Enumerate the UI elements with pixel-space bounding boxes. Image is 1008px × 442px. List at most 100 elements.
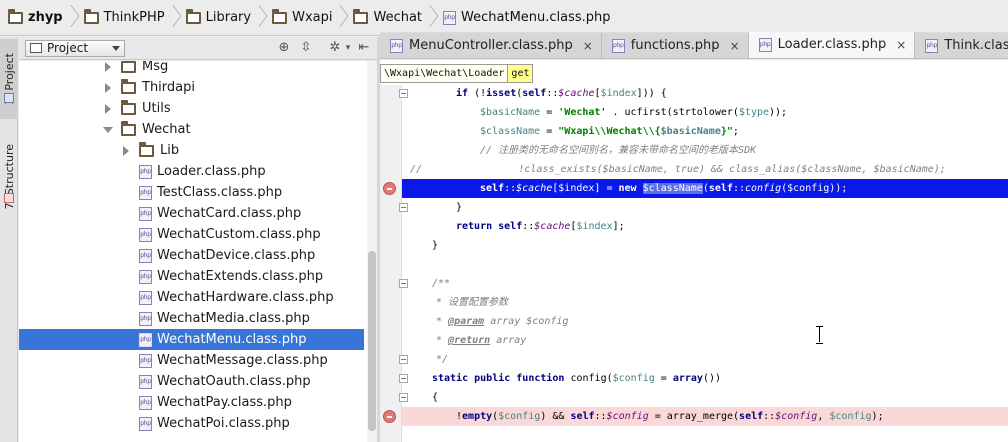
tree-file-item[interactable]: php WechatOauth.class.php xyxy=(19,371,364,392)
tree-item-label: WechatDevice.class.php xyxy=(157,248,316,263)
structure-tool-tab[interactable]: 7: Structure xyxy=(0,127,18,227)
tree-file-item[interactable]: php WechatDevice.class.php xyxy=(19,245,364,266)
tree-file-item[interactable]: php WechatMessage.class.php xyxy=(19,350,364,371)
tree-file-item[interactable]: php WechatMedia.class.php xyxy=(19,308,364,329)
tree-file-item[interactable]: php TestClass.class.php xyxy=(19,182,364,203)
code-line: // !class_exists($basicName, true) && cl… xyxy=(410,164,946,175)
folder-icon xyxy=(272,8,288,24)
breadcrumb-item[interactable]: php WechatMenu.class.php xyxy=(437,0,615,36)
tree-item-label: Lib xyxy=(160,143,180,158)
project-panel-header: Project ⊕ ⇳ ✲ ▾ ⇤ xyxy=(19,37,377,60)
text-cursor-icon xyxy=(816,326,824,344)
editor-tab[interactable]: php functions.php × xyxy=(601,33,749,58)
breadcrumb-label: WechatMenu.class.php xyxy=(461,10,611,25)
breakpoint-icon[interactable] xyxy=(383,410,396,423)
close-icon[interactable]: × xyxy=(583,39,593,53)
php-file-icon: php xyxy=(139,353,152,368)
php-file-icon: php xyxy=(758,37,772,52)
tree-file-item[interactable]: php WechatPay.class.php xyxy=(19,392,364,413)
fold-marker-icon[interactable] xyxy=(399,203,408,212)
chevron-right-icon[interactable] xyxy=(103,61,113,72)
breadcrumb-item[interactable]: Wechat xyxy=(347,0,437,36)
collapse-all-icon[interactable]: ⇳ xyxy=(299,41,313,55)
chevron-down-icon[interactable] xyxy=(103,125,113,135)
breadcrumb-separator xyxy=(67,3,74,33)
php-file-icon: php xyxy=(139,311,152,326)
fold-marker-icon[interactable] xyxy=(399,279,408,288)
editor-tab-label: MenuController.class.php xyxy=(409,38,573,53)
breadcrumb-item[interactable]: zhyp xyxy=(2,0,78,36)
tree-item-label: WechatMessage.class.php xyxy=(157,353,328,368)
tree-file-item[interactable]: php WechatPoi.class.php xyxy=(19,413,364,434)
tree-file-item[interactable]: php WechatCustom.class.php xyxy=(19,224,364,245)
code-editor[interactable]: \Wxapi\Wechat\Loader get if (!isset(self… xyxy=(380,60,1008,442)
function-chip[interactable]: get xyxy=(507,64,534,83)
hide-panel-icon[interactable]: ⇤ xyxy=(357,41,371,55)
tree-folder-item[interactable]: Thirdapi xyxy=(19,77,364,98)
tree-item-label: WechatOauth.class.php xyxy=(157,374,311,389)
chevron-down-icon xyxy=(112,45,120,51)
breadcrumb-label: Library xyxy=(205,10,252,25)
chevron-right-icon[interactable] xyxy=(103,82,113,93)
code-line: } xyxy=(380,198,1008,217)
php-file-icon: php xyxy=(611,38,625,53)
tree-file-item[interactable]: php Loader.class.php xyxy=(19,161,364,182)
tree-item-label: WechatCustom.class.php xyxy=(157,227,321,242)
fold-marker-icon[interactable] xyxy=(399,393,408,402)
project-tool-tab[interactable]: 1: Project xyxy=(0,39,18,119)
fold-marker-icon[interactable] xyxy=(399,89,408,98)
gear-icon[interactable]: ✲ xyxy=(328,41,342,55)
locate-file-icon[interactable]: ⊕ xyxy=(277,41,291,55)
tree-item-label: WechatPoi.class.php xyxy=(157,416,290,431)
tree-file-item[interactable]: php WechatCard.class.php xyxy=(19,203,364,224)
code-line: } xyxy=(432,240,439,251)
chevron-right-icon[interactable] xyxy=(103,103,113,114)
tree-item-label: WechatHardware.class.php xyxy=(157,290,334,305)
tree-scrollbar[interactable] xyxy=(367,61,377,442)
breadcrumb-item[interactable]: ThinkPHP xyxy=(78,0,180,36)
tree-item-label: WechatPay.class.php xyxy=(157,395,292,410)
breadcrumb-label: Wechat xyxy=(373,10,423,25)
breadcrumb-separator xyxy=(426,3,433,33)
folder-icon xyxy=(139,141,154,157)
folder-icon xyxy=(121,78,136,94)
php-file-icon: php xyxy=(139,227,152,242)
code-line: * @return array xyxy=(436,335,527,346)
tree-item-label: Utils xyxy=(142,101,171,116)
tree-folder-item[interactable]: Msg xyxy=(19,61,364,77)
editor-tab[interactable]: php MenuController.class.php × xyxy=(380,33,602,58)
editor-tab[interactable]: php Loader.class.php × xyxy=(748,32,916,58)
tree-file-item[interactable]: php WechatMenu.class.php xyxy=(19,329,364,350)
editor-tab[interactable]: phpThink.class.php× xyxy=(915,33,1008,58)
breadcrumb-separator xyxy=(169,3,176,33)
tree-item-label: Wechat xyxy=(142,122,191,137)
close-icon[interactable]: × xyxy=(730,39,740,53)
chevron-right-icon[interactable] xyxy=(121,145,131,156)
breadcrumb-separator xyxy=(336,3,343,33)
php-file-icon: php xyxy=(139,374,152,389)
php-file-icon: php xyxy=(443,10,457,25)
php-file-icon: php xyxy=(139,164,152,179)
fold-marker-icon[interactable] xyxy=(399,374,408,383)
folder-icon xyxy=(8,8,23,24)
tree-folder-item[interactable]: Wechat xyxy=(19,119,364,140)
gear-menu-chevron-icon[interactable]: ▾ xyxy=(341,41,355,55)
breakpoint-icon[interactable] xyxy=(383,182,396,195)
tree-folder-item[interactable]: Lib xyxy=(19,140,364,161)
tree-scrollbar-thumb[interactable] xyxy=(368,251,376,431)
editor-tab-bar: php MenuController.class.php × php functions… xyxy=(380,32,1008,59)
tree-item-label: Msg xyxy=(142,61,169,74)
tree-folder-item[interactable]: Utils xyxy=(19,98,364,119)
code-line: return self::$cache[$index]; xyxy=(456,221,625,232)
tree-file-item[interactable]: php WechatHardware.class.php xyxy=(19,287,364,308)
php-file-icon: php xyxy=(139,395,152,410)
close-icon[interactable]: × xyxy=(896,38,906,52)
project-view-select[interactable]: Project xyxy=(25,39,125,57)
folder-icon xyxy=(185,8,201,24)
fold-marker-icon[interactable] xyxy=(399,355,408,364)
code-navigation-bar: \Wxapi\Wechat\Loader get xyxy=(380,64,534,83)
tree-file-item[interactable]: php WechatExtends.class.php xyxy=(19,266,364,287)
breadcrumb-item[interactable]: Library xyxy=(180,0,266,36)
namespace-path-chip[interactable]: \Wxapi\Wechat\Loader xyxy=(380,64,509,83)
breadcrumb-item[interactable]: Wxapi xyxy=(266,0,347,36)
